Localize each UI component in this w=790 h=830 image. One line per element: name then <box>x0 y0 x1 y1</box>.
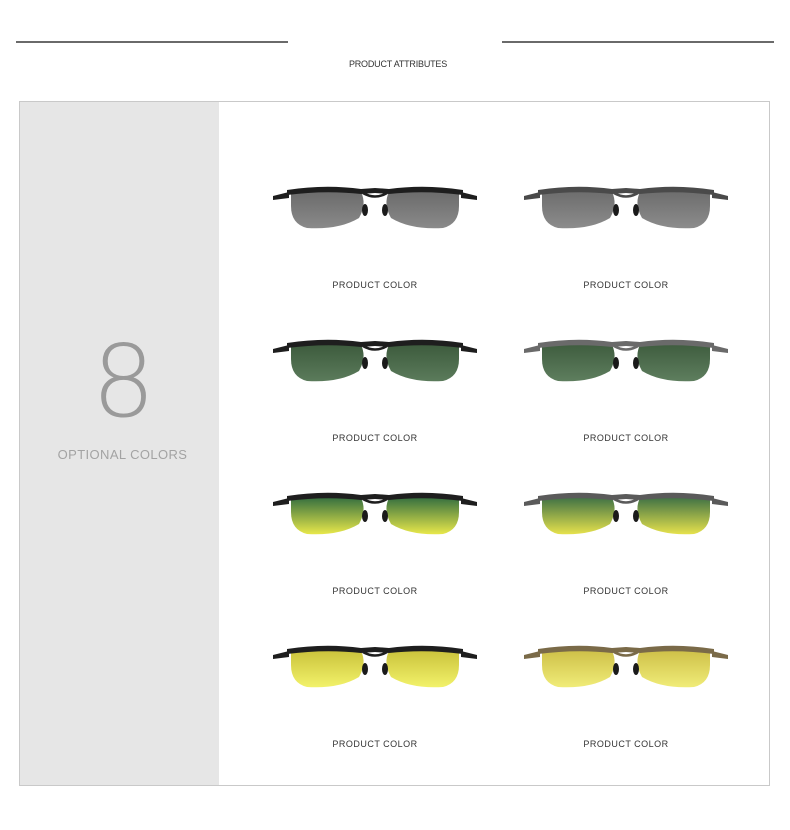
colors-panel: 8 OPTIONAL COLORS PRODUCT COLOR PRODUCT … <box>19 101 770 786</box>
product-color-label: PRODUCT COLOR <box>332 739 418 749</box>
product-option-8[interactable]: PRODUCT COLOR <box>516 621 736 771</box>
color-count-label: OPTIONAL COLORS <box>57 447 188 462</box>
product-color-label: PRODUCT COLOR <box>332 586 418 596</box>
product-color-label: PRODUCT COLOR <box>583 586 669 596</box>
product-option-3[interactable]: PRODUCT COLOR <box>265 315 485 465</box>
product-option-6[interactable]: PRODUCT COLOR <box>516 468 736 618</box>
product-option-7[interactable]: PRODUCT COLOR <box>265 621 485 771</box>
sunglasses-icon <box>273 645 477 688</box>
sunglasses-icon <box>273 339 477 382</box>
product-color-label: PRODUCT COLOR <box>583 280 669 290</box>
section-heading: PRODUCT ATTRIBUTES <box>348 59 448 69</box>
sunglasses-icon <box>524 645 728 688</box>
summary-sidebar: 8 OPTIONAL COLORS <box>20 102 219 785</box>
sunglasses-icon <box>524 492 728 535</box>
product-option-4[interactable]: PRODUCT COLOR <box>516 315 736 465</box>
header-rule-left <box>16 41 288 43</box>
product-color-label: PRODUCT COLOR <box>583 433 669 443</box>
sunglasses-icon <box>273 492 477 535</box>
product-color-label: PRODUCT COLOR <box>332 433 418 443</box>
product-color-label: PRODUCT COLOR <box>583 739 669 749</box>
color-count: 8 <box>91 323 156 440</box>
sunglasses-icon <box>524 186 728 229</box>
sunglasses-icon <box>273 186 477 229</box>
product-option-1[interactable]: PRODUCT COLOR <box>265 162 485 312</box>
header-rule-right <box>502 41 774 43</box>
sunglasses-icon <box>524 339 728 382</box>
product-option-2[interactable]: PRODUCT COLOR <box>516 162 736 312</box>
product-color-label: PRODUCT COLOR <box>332 280 418 290</box>
product-option-5[interactable]: PRODUCT COLOR <box>265 468 485 618</box>
